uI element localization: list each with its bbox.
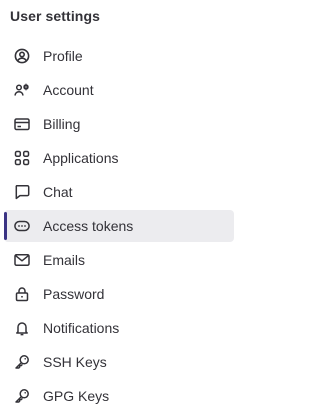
sidebar-item-applications[interactable]: Applications — [0, 142, 240, 174]
profile-icon — [14, 48, 30, 64]
sidebar-item-label: Chat — [43, 184, 73, 200]
settings-nav: Profile Account Billing Applications Cha… — [0, 40, 240, 414]
sidebar-item-emails[interactable]: Emails — [0, 244, 240, 276]
sidebar-item-profile[interactable]: Profile — [0, 40, 240, 72]
bell-icon — [14, 320, 30, 336]
active-item-indicator — [4, 212, 7, 240]
user-settings-sidebar: User settings Profile Account Billing Ap… — [0, 0, 240, 415]
sidebar-item-label: Emails — [43, 252, 86, 268]
sidebar-item-label: Billing — [43, 116, 81, 132]
applications-icon — [14, 150, 30, 166]
lock-icon — [14, 286, 30, 302]
sidebar-item-label: Password — [43, 286, 105, 302]
sidebar-item-password[interactable]: Password — [0, 278, 240, 310]
account-icon — [14, 82, 30, 98]
token-icon — [14, 218, 30, 234]
sidebar-item-label: Notifications — [43, 320, 120, 336]
sidebar-item-ssh-keys[interactable]: SSH Keys — [0, 346, 240, 378]
sidebar-item-label: Access tokens — [43, 218, 134, 234]
key-icon — [14, 388, 30, 404]
chat-icon — [14, 184, 30, 200]
section-title: User settings — [10, 8, 100, 24]
sidebar-item-label: Account — [43, 82, 94, 98]
sidebar-item-billing[interactable]: Billing — [0, 108, 240, 140]
sidebar-item-chat[interactable]: Chat — [0, 176, 240, 208]
sidebar-item-label: SSH Keys — [43, 354, 107, 370]
billing-icon — [14, 116, 30, 132]
sidebar-item-label: Profile — [43, 48, 83, 64]
sidebar-item-label: Applications — [43, 150, 119, 166]
sidebar-item-notifications[interactable]: Notifications — [0, 312, 240, 344]
mail-icon — [14, 252, 30, 268]
sidebar-item-label: GPG Keys — [43, 388, 110, 404]
sidebar-item-gpg-keys[interactable]: GPG Keys — [0, 380, 240, 412]
sidebar-item-account[interactable]: Account — [0, 74, 240, 106]
sidebar-item-access-tokens[interactable]: Access tokens — [0, 210, 240, 242]
key-icon — [14, 354, 30, 370]
